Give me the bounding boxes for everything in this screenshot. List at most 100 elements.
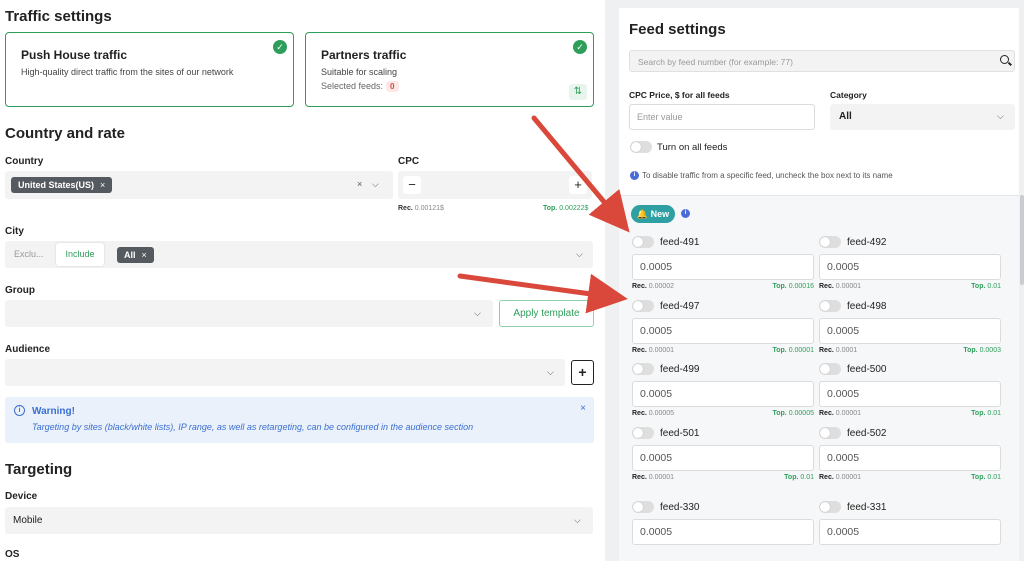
- warning-title: Warning!: [32, 406, 75, 417]
- country-select[interactable]: United States(US) × × ⌵: [5, 171, 393, 199]
- minus-button[interactable]: −: [403, 176, 421, 194]
- feed-cpc-input[interactable]: 0.0005: [819, 381, 1001, 407]
- chevron-down-icon[interactable]: ⌵: [372, 179, 379, 190]
- feed-toggle[interactable]: [819, 427, 841, 439]
- top-label: Top.: [772, 283, 787, 290]
- rec-label: Rec.: [632, 283, 647, 290]
- chip-close-icon[interactable]: ×: [142, 250, 147, 260]
- feed-rec: Rec. 0.00001: [819, 474, 861, 481]
- rec-label: Rec.: [632, 410, 647, 417]
- feed-name: feed-498: [847, 301, 887, 312]
- feed-toggle[interactable]: [819, 363, 841, 375]
- top-value: 0.01: [987, 474, 1001, 481]
- chevron-down-icon[interactable]: ⌵: [576, 249, 583, 260]
- rec-value: 0.0001: [835, 347, 858, 354]
- chevron-down-icon[interactable]: ⌵: [574, 515, 581, 526]
- plus-button[interactable]: +: [569, 176, 587, 194]
- feed-name: feed-500: [847, 364, 887, 375]
- feed-top: Top. 0.0003: [963, 347, 1001, 354]
- feed-settings-title: Feed settings: [629, 21, 726, 38]
- feed-toggle[interactable]: [819, 236, 841, 248]
- audience-select[interactable]: ⌵: [5, 359, 565, 386]
- country-chip-label: United States(US): [18, 180, 95, 190]
- top-value: 0.00016: [788, 283, 814, 290]
- rec-value: 0.00001: [835, 474, 862, 481]
- new-badge[interactable]: 🔔 New: [631, 205, 675, 223]
- country-rate-title: Country and rate: [5, 125, 126, 142]
- chip-close-icon[interactable]: ×: [100, 180, 105, 190]
- push-house-traffic-card[interactable]: Push House traffic High-quality direct t…: [5, 32, 294, 107]
- sliders-icon[interactable]: ⇅: [569, 84, 587, 100]
- close-icon[interactable]: ×: [580, 403, 586, 414]
- device-value: Mobile: [13, 515, 43, 526]
- feed-toggle[interactable]: [632, 501, 654, 513]
- country-chip[interactable]: United States(US) ×: [11, 177, 113, 193]
- feed-toggle[interactable]: [632, 236, 654, 248]
- city-chip[interactable]: All ×: [117, 247, 154, 263]
- feed-name: feed-492: [847, 237, 887, 248]
- feed-cpc-input[interactable]: 0.0005: [632, 318, 814, 344]
- feed-cpc-input[interactable]: 0.0005: [632, 445, 814, 471]
- chevron-down-icon[interactable]: ⌵: [474, 308, 481, 319]
- feed-toggle[interactable]: [819, 300, 841, 312]
- feed-name: feed-331: [847, 502, 887, 513]
- device-select[interactable]: Mobile ⌵: [5, 507, 593, 534]
- group-select[interactable]: ⌵: [5, 300, 493, 327]
- chevron-down-icon[interactable]: ⌵: [547, 367, 554, 378]
- cpc-stepper[interactable]: − +: [398, 171, 592, 199]
- feed-cpc-input[interactable]: 0.0005: [632, 381, 814, 407]
- category-select[interactable]: All ⌵: [830, 104, 1015, 130]
- rec-value: 0.00001: [835, 283, 862, 290]
- top-label: Top.: [971, 410, 986, 417]
- selected-feeds-count: 0: [386, 81, 399, 92]
- feed-rec: Rec. 0.00001: [632, 347, 674, 354]
- feed-cpc-input[interactable]: 0.0005: [632, 519, 814, 545]
- feed-cpc-input[interactable]: 0.0005: [819, 254, 1001, 280]
- feed-cpc-input[interactable]: 0.0005: [819, 318, 1001, 344]
- traffic-settings-title: Traffic settings: [5, 8, 112, 25]
- include-toggle[interactable]: Include: [56, 243, 104, 266]
- cpc-all-input[interactable]: Enter value: [629, 104, 815, 130]
- chevron-down-icon[interactable]: ⌵: [997, 111, 1004, 122]
- feed-rec: Rec. 0.00001: [819, 410, 861, 417]
- top-label: Top.: [971, 283, 986, 290]
- feed-cpc-input[interactable]: 0.0005: [632, 254, 814, 280]
- add-audience-button[interactable]: +: [571, 360, 594, 385]
- city-select[interactable]: Exclu... Include All × ⌵: [5, 241, 593, 268]
- search-icon[interactable]: [1000, 55, 1009, 64]
- turn-on-all-toggle[interactable]: [630, 141, 652, 153]
- feed-cpc-input[interactable]: 0.0005: [819, 519, 1001, 545]
- city-label: City: [5, 226, 24, 237]
- exclude-toggle[interactable]: Exclu...: [14, 249, 44, 259]
- feed-cpc-input[interactable]: 0.0005: [819, 445, 1001, 471]
- rec-label: Rec.: [819, 474, 834, 481]
- feed-toggle[interactable]: [819, 501, 841, 513]
- feed-toggle[interactable]: [632, 427, 654, 439]
- top-value: 0.00005: [788, 410, 814, 417]
- feed-top: Top. 0.00001: [772, 347, 814, 354]
- rec-label: Rec.: [632, 347, 647, 354]
- country-label: Country: [5, 156, 44, 167]
- feed-name: feed-330: [660, 502, 700, 513]
- rec-value: 0.00002: [648, 283, 675, 290]
- feed-rec: Rec. 0.00002: [632, 283, 674, 290]
- check-icon: ✓: [573, 40, 587, 54]
- rec-value: 0.00001: [835, 410, 862, 417]
- top-label: Top.: [963, 347, 978, 354]
- warning-text: Targeting by sites (black/white lists), …: [32, 422, 474, 432]
- info-icon: i: [681, 209, 690, 218]
- push-house-title: Push House traffic: [21, 48, 128, 62]
- rec-label: Rec.: [819, 347, 834, 354]
- scrollbar[interactable]: [1020, 195, 1024, 285]
- top-value: 0.01: [800, 474, 814, 481]
- cpc-top: Top. 0.00222$: [543, 205, 588, 212]
- feed-search-input[interactable]: Search by feed number (for example: 77): [629, 50, 1015, 72]
- top-label: Top.: [971, 474, 986, 481]
- apply-template-button[interactable]: Apply template: [499, 300, 594, 327]
- feed-toggle[interactable]: [632, 363, 654, 375]
- partners-traffic-card[interactable]: Partners traffic Suitable for scaling Se…: [305, 32, 594, 107]
- push-house-subtitle: High-quality direct traffic from the sit…: [21, 67, 234, 77]
- feed-top: Top. 0.01: [784, 474, 814, 481]
- feed-toggle[interactable]: [632, 300, 654, 312]
- clear-icon[interactable]: ×: [357, 179, 362, 189]
